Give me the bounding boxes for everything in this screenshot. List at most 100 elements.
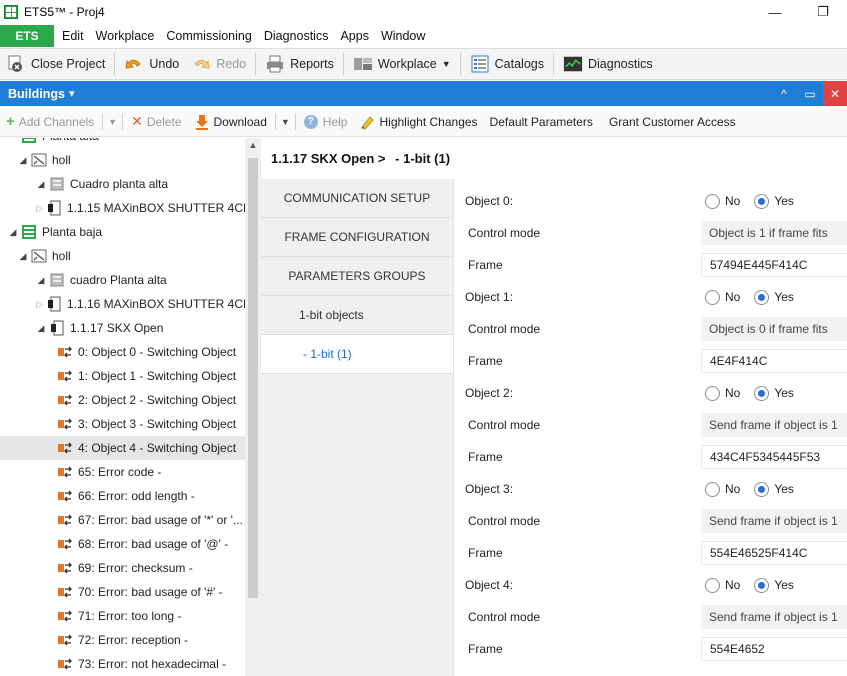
help-button[interactable]: ? Help [298,109,354,135]
expand-arrow-icon[interactable]: ▷ [36,299,43,310]
reports-button[interactable]: Reports [259,50,340,78]
printer-icon [265,55,285,73]
control-mode-field: Object is 0 if frame fits [701,317,847,341]
tree-row-object[interactable]: 70: Error: bad usage of '#' - [0,580,245,604]
tree-row-object[interactable]: 0: Object 0 - Switching Object [0,340,245,364]
restore-button[interactable]: ❐ [800,0,846,24]
collapse-arrow-icon[interactable]: ◢ [18,251,28,262]
help-label: Help [322,114,348,129]
ets-menu-tab[interactable]: ETS [0,25,54,47]
highlight-changes-button[interactable]: Highlight Changes [353,109,483,135]
radio-yes[interactable] [754,193,770,209]
download-dropdown-icon[interactable]: ▼ [278,117,293,127]
add-channels-dropdown-icon[interactable]: ▼ [105,117,120,127]
radio-no[interactable] [705,385,720,401]
category-item[interactable]: COMMUNICATION SETUP [261,179,453,218]
undo-button[interactable]: Undo [118,50,185,78]
scroll-thumb[interactable] [248,158,258,598]
frame-input[interactable]: 4E4F414C [701,349,847,373]
menu-workplace[interactable]: Workplace [90,29,161,43]
tree-row-object[interactable]: 67: Error: bad usage of '*' or '... [0,508,245,532]
tree-row-object[interactable]: 1: Object 1 - Switching Object [0,364,245,388]
menu-window[interactable]: Window [375,29,431,43]
close-panel-button[interactable]: ✕ [823,81,847,106]
collapse-arrow-icon[interactable]: ◢ [36,323,46,334]
expand-arrow-icon[interactable]: ▷ [36,203,43,214]
radio-yes[interactable] [754,577,770,593]
buildings-dropdown-icon[interactable]: ▾ [69,87,75,100]
radio-no[interactable] [705,577,720,593]
tree-row-device[interactable]: ▷ 1.1.15 MAXinBOX SHUTTER 4CH [0,196,245,220]
menu-commissioning[interactable]: Commissioning [160,29,257,43]
group-object-icon [57,416,73,432]
category-item[interactable]: - 1-bit (1) [261,335,453,374]
collapse-panel-button[interactable]: ^ [771,81,797,106]
minimize-button[interactable]: — [752,0,798,24]
tree-row-floor[interactable]: ◢ Planta baja [0,220,245,244]
collapse-arrow-icon[interactable]: ◢ [36,179,46,190]
frame-input[interactable]: 57494E445F414C [701,253,847,277]
collapse-arrow-icon[interactable]: ◢ [18,155,28,166]
buildings-title[interactable]: Buildings [8,87,65,101]
menu-diagnostics[interactable]: Diagnostics [258,29,335,43]
tree-row-object[interactable]: 69: Error: checksum - [0,556,245,580]
close-project-icon [6,55,26,73]
breadcrumb-device[interactable]: 1.1.17 SKX Open > [271,151,386,166]
collapse-arrow-icon[interactable]: ◢ [36,275,46,286]
tree-row-object[interactable]: 66: Error: odd length - [0,484,245,508]
radio-no[interactable] [705,193,720,209]
catalogs-button[interactable]: Catalogs [464,50,550,78]
category-item[interactable]: 1-bit objects [261,296,453,335]
tree-row-object[interactable]: 2: Object 2 - Switching Object [0,388,245,412]
radio-no[interactable] [705,289,720,305]
diagnostics-button[interactable]: Diagnostics [557,50,659,78]
tree-row-floor[interactable]: Planta alta [0,138,245,148]
download-icon [194,113,210,131]
frame-input[interactable]: 554E46525F414C [701,541,847,565]
tree-row-object[interactable]: 65: Error code - [0,460,245,484]
tree-row-object[interactable]: 4: Object 4 - Switching Object [0,436,245,460]
parameter-row: Frame 434C4F5345445F53 [454,441,847,473]
workplace-icon [353,55,373,73]
radio-yes[interactable] [754,481,770,497]
close-project-button[interactable]: Close Project [0,50,111,78]
radio-yes[interactable] [754,289,770,305]
tree-row-object[interactable]: 73: Error: not hexadecimal - [0,652,245,676]
reports-label: Reports [290,57,334,71]
tree-scrollbar[interactable]: ▲ [245,138,261,676]
download-button[interactable]: Download [188,109,273,135]
workplace-button[interactable]: Workplace ▼ [347,50,457,78]
collapse-arrow-icon[interactable]: ◢ [8,227,18,238]
redo-button[interactable]: Redo [185,50,252,78]
tree-row-label: 4: Object 4 - Switching Object [78,441,237,455]
radio-no[interactable] [705,481,720,497]
tree-row-device[interactable]: ◢ 1.1.17 SKX Open [0,316,245,340]
tree-row-device[interactable]: ▷ 1.1.16 MAXinBOX SHUTTER 4CH [0,292,245,316]
tree-row-object[interactable]: 71: Error: too long - [0,604,245,628]
radio-label: No [725,194,741,208]
default-parameters-button[interactable]: Default Parameters [484,109,599,135]
tree-row-object[interactable]: 72: Error: reception - [0,628,245,652]
maximize-panel-button[interactable]: ▭ [797,81,823,106]
category-item[interactable]: PARAMETERS GROUPS [261,257,453,296]
tree-row-object[interactable]: 3: Object 3 - Switching Object [0,412,245,436]
tree-row-room[interactable]: ◢ holl [0,244,245,268]
grant-customer-access-button[interactable]: Grant Customer Access [603,109,742,135]
tree-row-label: 70: Error: bad usage of '#' - [78,585,223,599]
tree-row-cabinet[interactable]: ◢ cuadro Planta alta [0,268,245,292]
tree-row-cabinet[interactable]: ◢ Cuadro planta alta [0,172,245,196]
tree-row-label: 1.1.16 MAXinBOX SHUTTER 4CH [66,297,245,311]
delete-button[interactable]: ✕ Delete [125,109,187,135]
frame-input[interactable]: 554E4652 [701,637,847,661]
frame-input[interactable]: 434C4F5345445F53 [701,445,847,469]
add-channels-button[interactable]: + Add Channels [0,109,100,135]
toolbar-divider [294,113,296,130]
category-item[interactable]: FRAME CONFIGURATION [261,218,453,257]
menu-edit[interactable]: Edit [56,29,90,43]
tree-row-object[interactable]: 68: Error: bad usage of '@' - [0,532,245,556]
tree-row-room[interactable]: ◢ holl [0,148,245,172]
help-icon: ? [303,114,318,129]
scroll-up-arrow-icon[interactable]: ▲ [245,140,261,150]
radio-yes[interactable] [754,385,770,401]
menu-apps[interactable]: Apps [334,29,375,43]
